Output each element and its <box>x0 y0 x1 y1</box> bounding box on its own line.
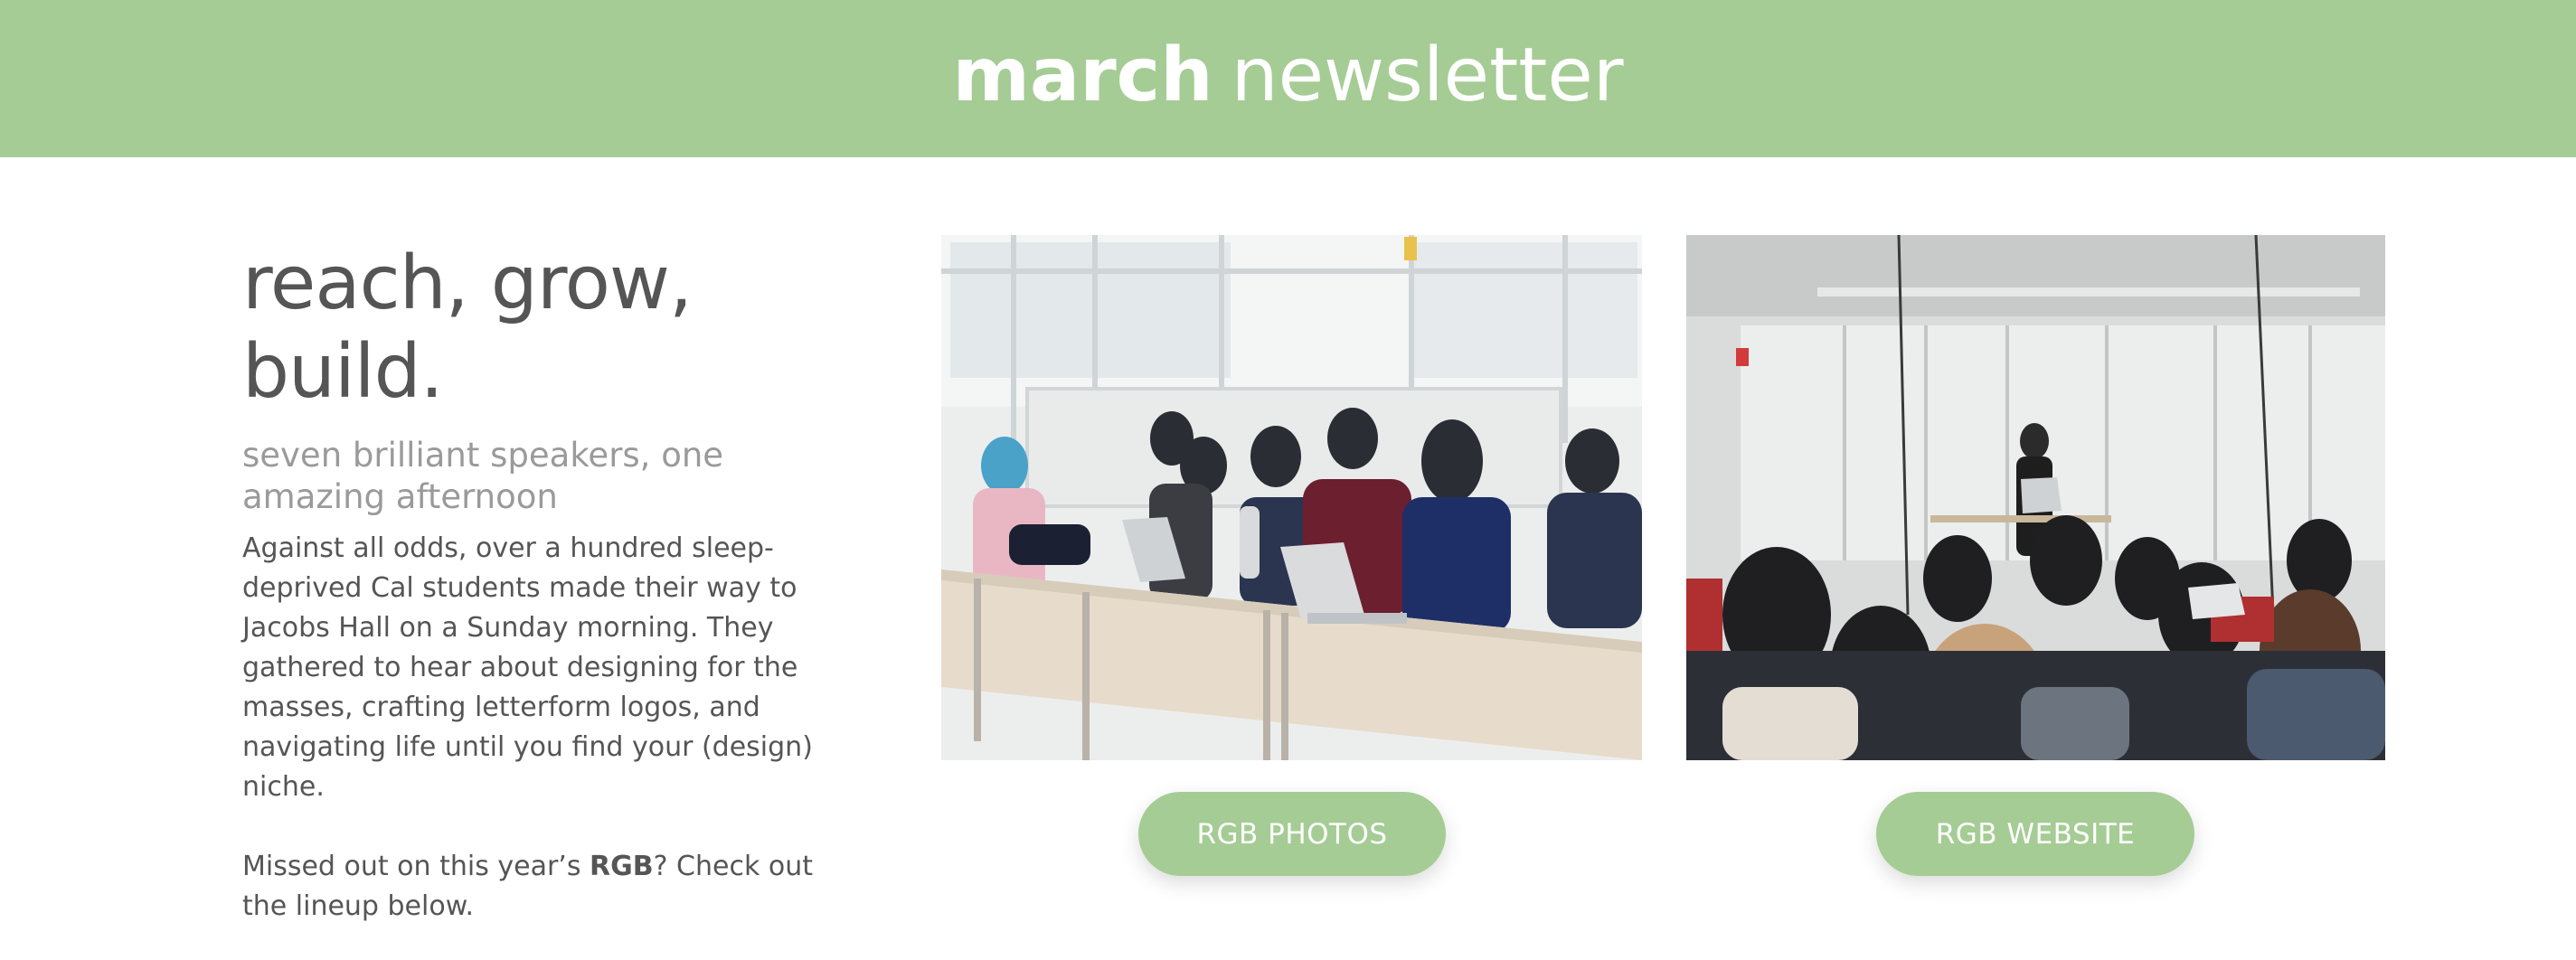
students-audience-photo <box>941 235 1642 760</box>
intro-headline-line2: build. <box>242 329 444 415</box>
intro-paragraph: Against all odds, over a hundred sleep-d… <box>242 532 813 803</box>
intro-headline-line1: reach, grow, <box>242 240 693 326</box>
newsletter-title-month: march <box>952 33 1213 118</box>
intro-subheading: seven brilliant speakers, one amazing af… <box>242 436 724 516</box>
newsletter-header: march newsletter <box>0 0 2576 157</box>
newsletter-title-word: newsletter <box>1231 33 1624 118</box>
intro-headline: reach, grow, build. <box>242 240 875 417</box>
lineup-text-before: Missed out on this year’s <box>242 851 590 882</box>
intro-column: reach, grow, build. seven brilliant spea… <box>242 240 875 927</box>
rgb-website-button[interactable]: RGB WEBSITE <box>1876 792 2194 876</box>
speaker-presenting-photo <box>1686 235 2385 760</box>
rgb-emphasis: RGB <box>590 851 654 882</box>
lineup-paragraph: Missed out on this year’s RGB? Check out… <box>242 847 857 927</box>
rgb-photos-button[interactable]: RGB PHOTOS <box>1138 792 1446 876</box>
newsletter-title: march newsletter <box>952 39 1623 113</box>
